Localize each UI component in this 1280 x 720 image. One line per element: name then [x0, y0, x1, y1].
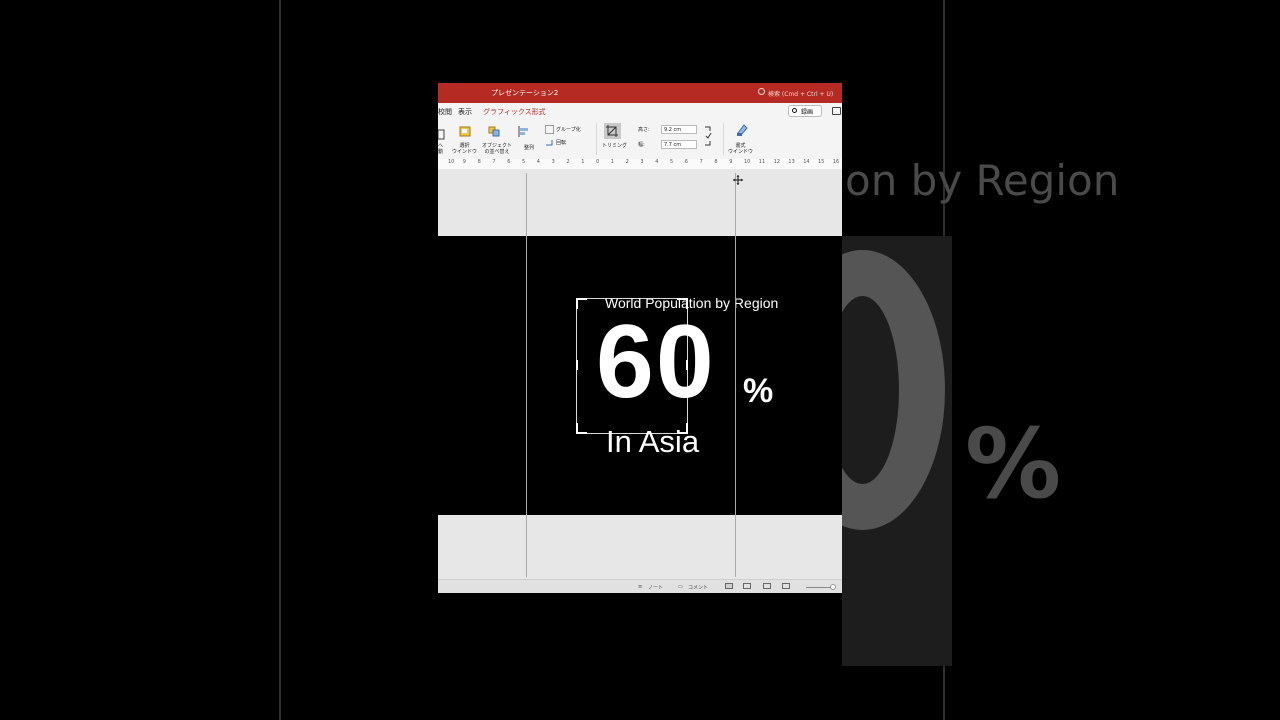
ruler-tick-label: 1	[581, 159, 585, 165]
normal-view-icon[interactable]	[725, 583, 733, 589]
comments-icon[interactable]: ▭	[678, 584, 683, 590]
ruler-tick-label: 4	[536, 159, 540, 165]
document-title: プレゼンテーション2	[491, 89, 559, 97]
ruler-tick-label: 6	[507, 159, 511, 165]
ribbon-separator	[596, 123, 597, 155]
slide-canvas[interactable]: World Population by Region 60 % In Asia	[438, 169, 842, 579]
rotate-icon[interactable]	[545, 138, 554, 147]
crop-handle[interactable]	[686, 360, 688, 370]
ruler-tick-label: 7	[699, 159, 703, 165]
slideshow-icon[interactable]	[782, 583, 790, 589]
guide-line[interactable]	[735, 173, 736, 577]
crop-handle[interactable]	[576, 298, 587, 309]
ruler-tick-label: 16	[832, 159, 840, 165]
crop-icon[interactable]	[604, 123, 621, 139]
crop-handle[interactable]	[576, 423, 587, 434]
ruler-tick-label: 8	[477, 159, 481, 165]
guide-line[interactable]	[526, 173, 527, 577]
zoom-slider-knob[interactable]	[830, 584, 836, 590]
notes-button[interactable]: ノート	[648, 584, 663, 591]
height-label: 高さ:	[638, 127, 650, 133]
search-input[interactable]: 検索 (Cmd + Ctrl + U)	[768, 89, 833, 98]
ruler-tick-label: 4	[655, 159, 659, 165]
powerpoint-window: プレゼンテーション2 検索 (Cmd + Ctrl + U) 校閲 表示 グラフ…	[438, 83, 842, 593]
group-label[interactable]: グループ化	[556, 127, 581, 133]
tab-review[interactable]: 校閲	[438, 107, 452, 117]
format-pane-icon[interactable]	[735, 123, 749, 137]
height-field[interactable]: 9.2 cm	[661, 125, 697, 134]
ruler-tick-label: 8	[714, 159, 718, 165]
ribbon: へ 動 選択 ウインドウ オブジェクト の並べ替え 整列 グループ化 回転 トリ…	[438, 119, 842, 159]
ruler-tick-label: 10	[744, 159, 751, 165]
group-icon[interactable]	[545, 125, 554, 134]
ruler-tick-label: 12	[773, 159, 780, 165]
ribbon-tabs: 校閲 表示 グラフィックス形式 録画	[438, 103, 842, 121]
record-label: 録画	[801, 109, 814, 116]
ruler-tick-label: 1	[610, 159, 614, 165]
status-bar: ≡ ノート ▭ コメント	[438, 579, 842, 593]
ruler-tick-label: 2	[566, 159, 570, 165]
ruler-tick-label: 9	[729, 159, 733, 165]
move-cursor-icon	[733, 175, 743, 185]
ruler-tick-label: 0	[596, 159, 600, 165]
reorder-objects-icon[interactable]	[488, 126, 500, 137]
reorder-objects-label: オブジェクト の並べ替え	[482, 143, 513, 155]
ruler-tick-label: 3	[551, 159, 555, 165]
align-icon[interactable]	[518, 126, 530, 137]
ribbon-separator	[723, 123, 724, 155]
notes-icon[interactable]: ≡	[638, 584, 642, 590]
bring-forward-icon[interactable]	[438, 129, 450, 140]
record-icon	[792, 108, 797, 113]
title-bar: プレゼンテーション2 検索 (Cmd + Ctrl + U)	[438, 83, 842, 103]
background-percent: %	[965, 408, 1062, 520]
crop-handle[interactable]	[677, 423, 688, 434]
width-label: 幅:	[638, 142, 645, 148]
ruler-tick-label: 3	[640, 159, 644, 165]
percent-sign[interactable]: %	[743, 372, 773, 411]
ruler-tick-label: 6	[684, 159, 688, 165]
comments-button[interactable]: コメント	[688, 584, 708, 591]
format-pane-label: 書式 ウインドウ	[728, 143, 754, 155]
rotate-label[interactable]: 回転	[556, 140, 566, 146]
crop-frame[interactable]	[576, 298, 688, 434]
ruler-tick-label: 2	[625, 159, 629, 165]
ruler-tick-label: 11	[758, 159, 766, 165]
selection-pane-label: 選択 ウインドウ	[452, 143, 478, 155]
ruler-tick-label: 5	[522, 159, 526, 165]
crop-handle[interactable]	[677, 298, 688, 309]
slide[interactable]: World Population by Region 60 % In Asia	[438, 236, 842, 515]
ruler-tick-label: 14	[803, 159, 810, 165]
record-button[interactable]: 録画	[788, 105, 822, 117]
width-field[interactable]: 7.7 cm	[661, 140, 697, 149]
ruler-tick-label: 5	[670, 159, 674, 165]
ruler-tick-label: 15	[818, 159, 825, 165]
ruler-tick-label: 9	[462, 159, 466, 165]
crop-label: トリミング	[602, 143, 628, 149]
ruler-tick-label: 7	[492, 159, 496, 165]
background-title: on by Region	[845, 156, 1120, 205]
crop-handle[interactable]	[576, 360, 578, 370]
align-label: 整列	[524, 145, 535, 151]
selection-pane-icon[interactable]	[459, 126, 471, 137]
tab-view[interactable]: 表示	[458, 107, 472, 117]
bring-forward-label: へ 動	[438, 143, 444, 155]
comment-icon[interactable]	[832, 107, 841, 115]
slide-sorter-icon[interactable]	[743, 583, 751, 589]
search-icon	[758, 88, 765, 95]
reading-view-icon[interactable]	[763, 583, 771, 589]
ruler-tick-label: 13	[788, 159, 795, 165]
background-divider	[279, 0, 281, 720]
lock-aspect-icon[interactable]	[703, 125, 713, 147]
ruler-tick-label: 10	[448, 159, 455, 165]
